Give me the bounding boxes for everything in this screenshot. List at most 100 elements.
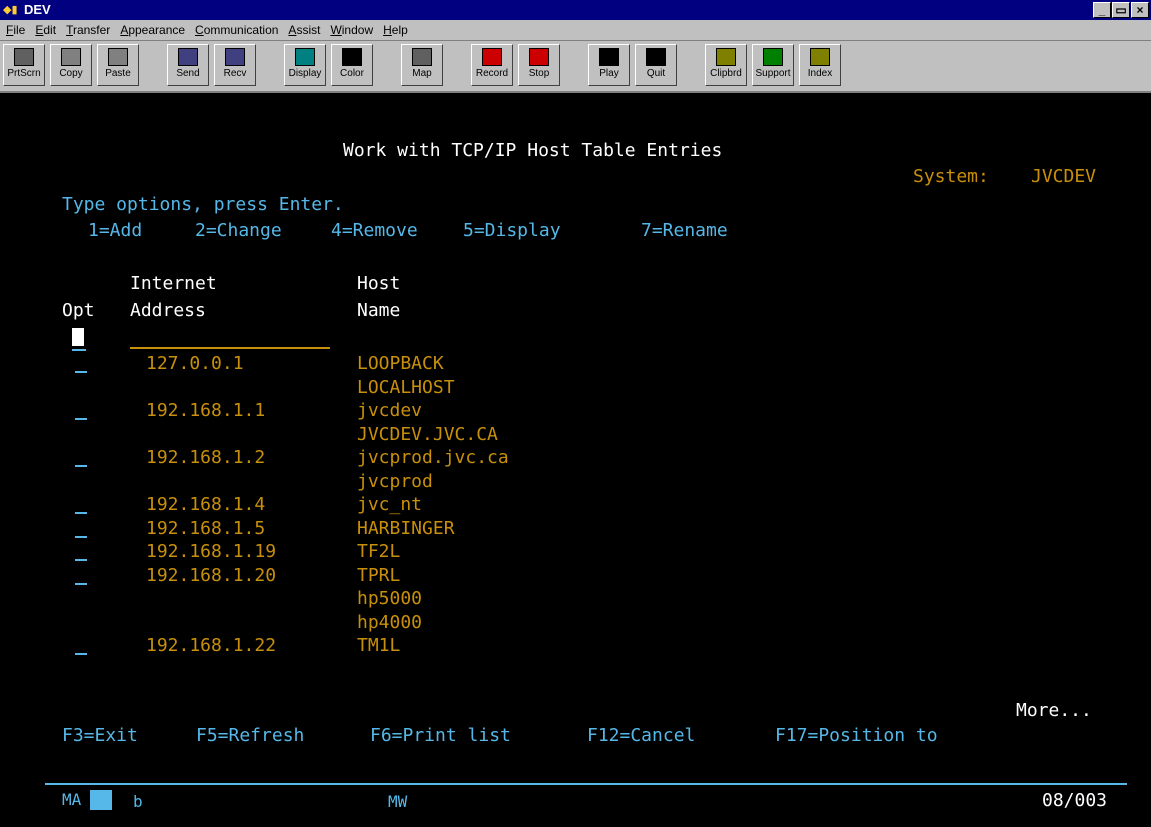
title-bar: ◆▮ DEV _ ▭ × [0, 0, 1151, 20]
toolbar: PrtScrn Copy Paste Send Recv Display Color Map R… [0, 41, 1151, 93]
option-change: 2=Change [195, 220, 282, 241]
quit-icon [646, 48, 666, 66]
toolbar-label: Display [288, 68, 322, 79]
toolbar-label: PrtScrn [7, 68, 41, 79]
maximize-button[interactable]: ▭ [1112, 2, 1130, 18]
opt-input-field[interactable] [75, 582, 87, 585]
menu-appearance[interactable]: Appearance [120, 23, 185, 37]
toolbar-play-button[interactable]: Play [588, 44, 630, 86]
option-display: 5=Display [463, 220, 561, 241]
toolbar-label: Record [475, 68, 509, 79]
support-icon [763, 48, 783, 66]
menu-edit[interactable]: Edit [35, 23, 56, 37]
oia-b: b [133, 792, 143, 811]
menu-communication[interactable]: Communication [195, 23, 278, 37]
opt-input-field[interactable] [75, 371, 87, 373]
host-name: jvcdev [357, 400, 423, 421]
record-icon [482, 48, 502, 66]
oia-mw: MW [388, 792, 408, 811]
option-add: 1=Add [88, 220, 143, 241]
copy-icon [61, 48, 81, 66]
cursor-position: 08/003 [1042, 790, 1108, 811]
toolbar-label: Quit [646, 68, 666, 79]
oia-ma: MA [62, 790, 82, 809]
host-name: LOOPBACK [357, 353, 444, 374]
fkey-print-list[interactable]: F6=Print list [370, 725, 511, 746]
more-indicator: More... [1016, 700, 1092, 721]
fkey-exit[interactable]: F3=Exit [62, 725, 138, 746]
send-icon [178, 48, 198, 66]
internet-address: 192.168.1.5 [146, 517, 266, 539]
col-header-host: Host [357, 273, 401, 294]
host-name: jvc_nt [357, 494, 423, 515]
toolbar-stop-button[interactable]: Stop [518, 44, 560, 86]
oia-indicator-box [90, 790, 112, 810]
toolbar-label: Color [340, 68, 364, 79]
fkey-refresh[interactable]: F5=Refresh [196, 725, 304, 746]
system-value: JVCDEV [1031, 166, 1097, 187]
app-icon: ◆▮ [3, 4, 18, 16]
host-name: TM1L [357, 635, 401, 656]
toolbar-label: Play [599, 68, 619, 79]
host-name: TPRL [357, 564, 401, 586]
toolbar-label: Stop [528, 68, 550, 79]
menu-file[interactable]: File [6, 23, 25, 37]
internet-address: 192.168.1.1 [146, 400, 266, 421]
toolbar-clipbrd-button[interactable]: Clipbrd [705, 44, 747, 86]
toolbar-record-button[interactable]: Record [471, 44, 513, 86]
toolbar-support-button[interactable]: Support [752, 44, 794, 86]
menu-window[interactable]: Window [330, 23, 373, 37]
toolbar-label: Send [176, 68, 200, 79]
opt-input-field[interactable] [75, 418, 87, 420]
toolbar-map-button[interactable]: Map [401, 44, 443, 86]
toolbar-quit-button[interactable]: Quit [635, 44, 677, 86]
host-name: HARBINGER [357, 517, 455, 539]
toolbar-display-button[interactable]: Display [284, 44, 326, 86]
menu-assist[interactable]: Assist [288, 23, 320, 37]
fkey-cancel[interactable]: F12=Cancel [587, 725, 695, 746]
toolbar-recv-button[interactable]: Recv [214, 44, 256, 86]
host-name: jvcprod [357, 470, 433, 492]
display-icon [295, 48, 315, 66]
internet-address: 192.168.1.19 [146, 541, 277, 562]
host-name: JVCDEV.JVC.CA [357, 423, 498, 445]
map-icon [412, 48, 432, 66]
clipboard-icon [716, 48, 736, 66]
toolbar-index-button[interactable]: Index [799, 44, 841, 86]
host-name: hp5000 [357, 588, 423, 609]
play-icon [599, 48, 619, 66]
menu-help[interactable]: Help [383, 23, 408, 37]
oia-separator [45, 783, 1127, 785]
opt-input-field[interactable] [75, 653, 87, 655]
screen-title: Work with TCP/IP Host Table Entries [343, 140, 723, 161]
option-rename: 7=Rename [641, 220, 728, 241]
toolbar-send-button[interactable]: Send [167, 44, 209, 86]
window-title: DEV [24, 2, 51, 17]
host-name: TF2L [357, 541, 401, 562]
toolbar-label: Copy [59, 68, 83, 79]
close-button[interactable]: × [1131, 2, 1149, 18]
toolbar-label: Paste [105, 68, 131, 79]
opt-input-field[interactable] [75, 535, 87, 538]
opt-input-field[interactable] [75, 559, 87, 561]
terminal-screen[interactable]: Work with TCP/IP Host Table Entries Syst… [0, 93, 1151, 827]
option-remove: 4=Remove [331, 220, 418, 241]
menu-transfer[interactable]: Transfer [66, 23, 110, 37]
toolbar-color-button[interactable]: Color [331, 44, 373, 86]
toolbar-paste-button[interactable]: Paste [97, 44, 139, 86]
toolbar-label: Index [807, 68, 833, 79]
address-position-field[interactable] [130, 347, 330, 349]
internet-address: 192.168.1.2 [146, 447, 266, 468]
receive-icon [225, 48, 245, 66]
col-header-internet: Internet [130, 273, 217, 294]
toolbar-copy-button[interactable]: Copy [50, 44, 92, 86]
opt-input-field[interactable] [75, 512, 87, 514]
opt-input-underline [72, 349, 86, 351]
input-cursor[interactable] [72, 328, 84, 346]
col-header-opt: Opt [62, 300, 95, 321]
minimize-button[interactable]: _ [1093, 2, 1111, 18]
fkey-position-to[interactable]: F17=Position to [775, 725, 938, 746]
menu-bar: File Edit Transfer Appearance Communicat… [0, 20, 1151, 41]
opt-input-field[interactable] [75, 465, 87, 467]
toolbar-prtscrn-button[interactable]: PrtScrn [3, 44, 45, 86]
